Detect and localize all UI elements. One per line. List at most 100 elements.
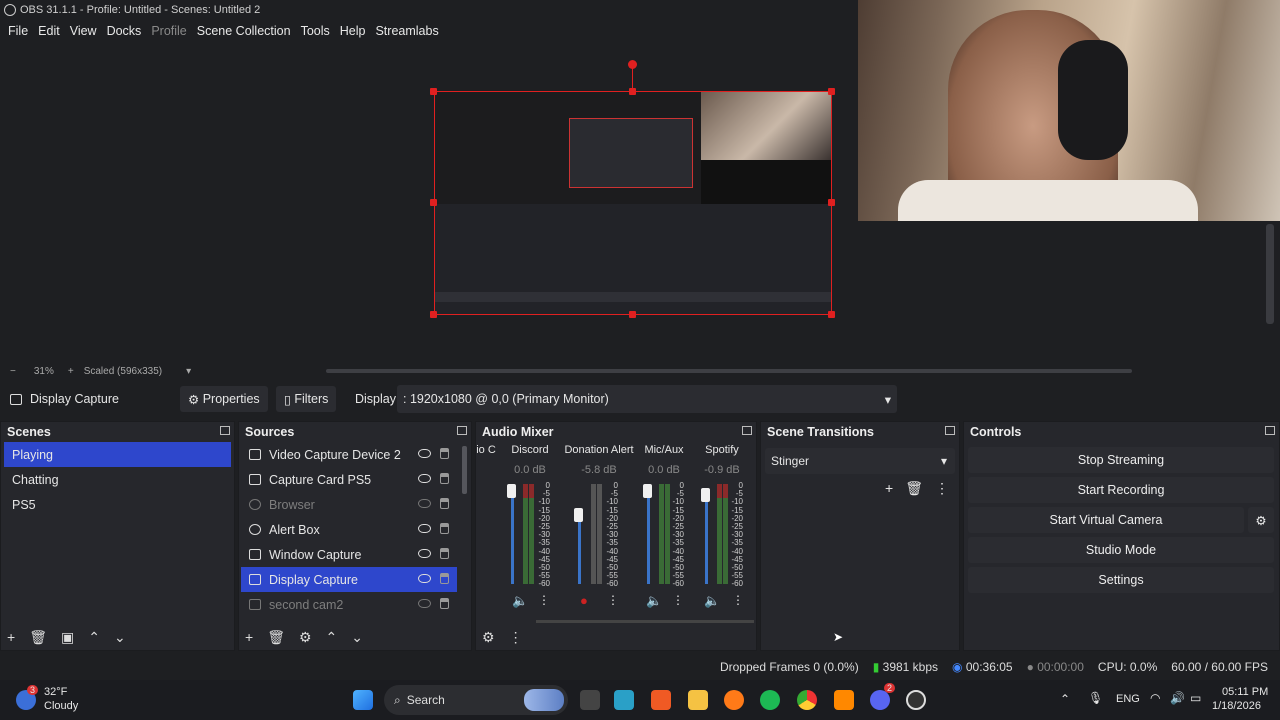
volume-slider-knob[interactable] [701,488,710,502]
source-item[interactable]: second cam2 [241,592,457,617]
task-view-icon[interactable] [580,690,600,710]
source-item[interactable]: Browser [241,492,457,517]
move-down-icon[interactable]: ⌄ [351,629,363,646]
lock-icon[interactable] [440,573,449,584]
zoom-out-icon[interactable]: − [10,366,16,377]
lock-icon[interactable] [440,473,449,484]
eye-icon[interactable] [418,549,431,558]
zoom-in-icon[interactable]: + [68,366,74,377]
undock-icon[interactable] [1265,426,1275,435]
eye-hidden-icon[interactable] [418,599,431,608]
transition-menu-icon[interactable]: ⋮ [935,480,949,497]
vlc-icon[interactable] [834,690,854,710]
lock-icon[interactable] [440,548,449,559]
source-item-selected[interactable]: Display Capture [241,567,457,592]
spotify-icon[interactable] [760,690,780,710]
remove-source-icon[interactable]: 🗑 [267,629,285,646]
clock-time[interactable]: 05:11 PM [1222,686,1268,698]
wifi-icon[interactable]: ◠ [1150,691,1160,705]
resize-handle[interactable] [430,88,437,95]
clock-date[interactable]: 1/18/2026 [1212,700,1261,712]
volume-icon[interactable]: 🔊 [1170,691,1185,705]
start-recording-button[interactable]: Start Recording [968,477,1274,503]
discord-icon[interactable] [870,690,890,710]
stop-streaming-button[interactable]: Stop Streaming [968,447,1274,473]
eye-hidden-icon[interactable] [418,499,431,508]
source-item[interactable]: Alert Box [241,517,457,542]
menu-view[interactable]: View [65,24,102,38]
mixer-scrollbar[interactable] [536,620,754,623]
filters-button[interactable]: ▯ Filters [276,386,337,412]
menu-help[interactable]: Help [335,24,371,38]
scale-dropdown-icon[interactable]: ▾ [186,366,191,377]
kebab-menu-icon[interactable]: ⋮ [672,593,684,607]
source-item[interactable]: Window Capture [241,542,457,567]
add-scene-icon[interactable]: + [7,629,15,645]
properties-button[interactable]: ⚙ Properties [180,386,268,412]
advanced-audio-icon[interactable]: ⚙ [482,629,495,646]
speaker-icon[interactable]: 🔈 [646,593,662,609]
mixer-menu-icon[interactable]: ⋮ [509,629,523,646]
undock-icon[interactable] [220,426,230,435]
chevron-up-icon[interactable]: ⌃ [1060,692,1070,706]
speaker-muted-icon[interactable]: ● [580,593,588,608]
kebab-menu-icon[interactable]: ⋮ [732,593,744,607]
lock-icon[interactable] [440,448,449,459]
volume-slider[interactable] [511,484,514,584]
undock-icon[interactable] [945,426,955,435]
taskbar-search[interactable]: ⌕ Search [384,685,568,715]
menu-docks[interactable]: Docks [102,24,147,38]
menu-scene-collection[interactable]: Scene Collection [192,24,296,38]
menu-tools[interactable]: Tools [296,24,335,38]
eye-icon[interactable] [418,574,431,583]
resize-handle[interactable] [828,199,835,206]
source-properties-icon[interactable]: ⚙ [299,629,312,646]
preview-vertical-scrollbar[interactable] [1266,224,1274,324]
scene-item-chatting[interactable]: Chatting [4,467,231,492]
resize-handle[interactable] [828,88,835,95]
add-transition-icon[interactable]: + [885,480,893,497]
volume-slider[interactable] [705,492,708,584]
settings-button[interactable]: Settings [968,567,1274,593]
speaker-icon[interactable]: 🔈 [704,593,720,609]
rotation-handle[interactable] [628,60,637,69]
volume-slider-knob[interactable] [507,484,516,498]
studio-mode-button[interactable]: Studio Mode [968,537,1274,563]
brave-browser-icon[interactable] [651,690,671,710]
volume-slider[interactable] [578,514,581,584]
windows-start-icon[interactable] [353,690,373,710]
resize-handle[interactable] [430,199,437,206]
move-up-icon[interactable]: ⌃ [88,629,100,646]
menu-edit[interactable]: Edit [33,24,65,38]
chrome-icon[interactable] [797,690,817,710]
lock-icon[interactable] [440,598,449,609]
transition-select[interactable]: Stinger ▾ [765,448,955,474]
kebab-menu-icon[interactable]: ⋮ [607,593,619,607]
scene-filters-icon[interactable]: ▣ [61,629,74,646]
undock-icon[interactable] [457,426,467,435]
remove-scene-icon[interactable]: 🗑 [29,629,47,646]
scene-item-ps5[interactable]: PS5 [4,492,231,517]
undock-icon[interactable] [742,426,752,435]
menu-streamlabs[interactable]: Streamlabs [370,24,443,38]
display-capture-preview[interactable] [434,91,832,315]
move-up-icon[interactable]: ⌃ [326,629,338,646]
resize-handle[interactable] [430,311,437,318]
remove-transition-icon[interactable]: 🗑 [905,480,923,497]
obs-taskbar-icon[interactable] [906,690,926,710]
source-item[interactable]: Capture Card PS5 [241,467,457,492]
eye-icon[interactable] [418,474,431,483]
file-explorer-icon[interactable] [688,690,708,710]
move-down-icon[interactable]: ⌄ [114,629,126,646]
virtual-camera-settings-button[interactable]: ⚙ [1248,507,1274,533]
menu-profile[interactable]: Profile [146,24,191,38]
start-virtual-camera-button[interactable]: Start Virtual Camera [968,507,1244,533]
speaker-icon[interactable]: 🔈 [512,593,528,609]
language-indicator[interactable]: ENG [1116,693,1140,705]
eye-icon[interactable] [418,524,431,533]
lock-icon[interactable] [440,498,449,509]
menu-file[interactable]: File [3,24,33,38]
eye-icon[interactable] [418,449,431,458]
display-select[interactable]: : 1920x1080 @ 0,0 (Primary Monitor) ▾ [397,385,897,413]
scene-item-playing[interactable]: Playing [4,442,231,467]
